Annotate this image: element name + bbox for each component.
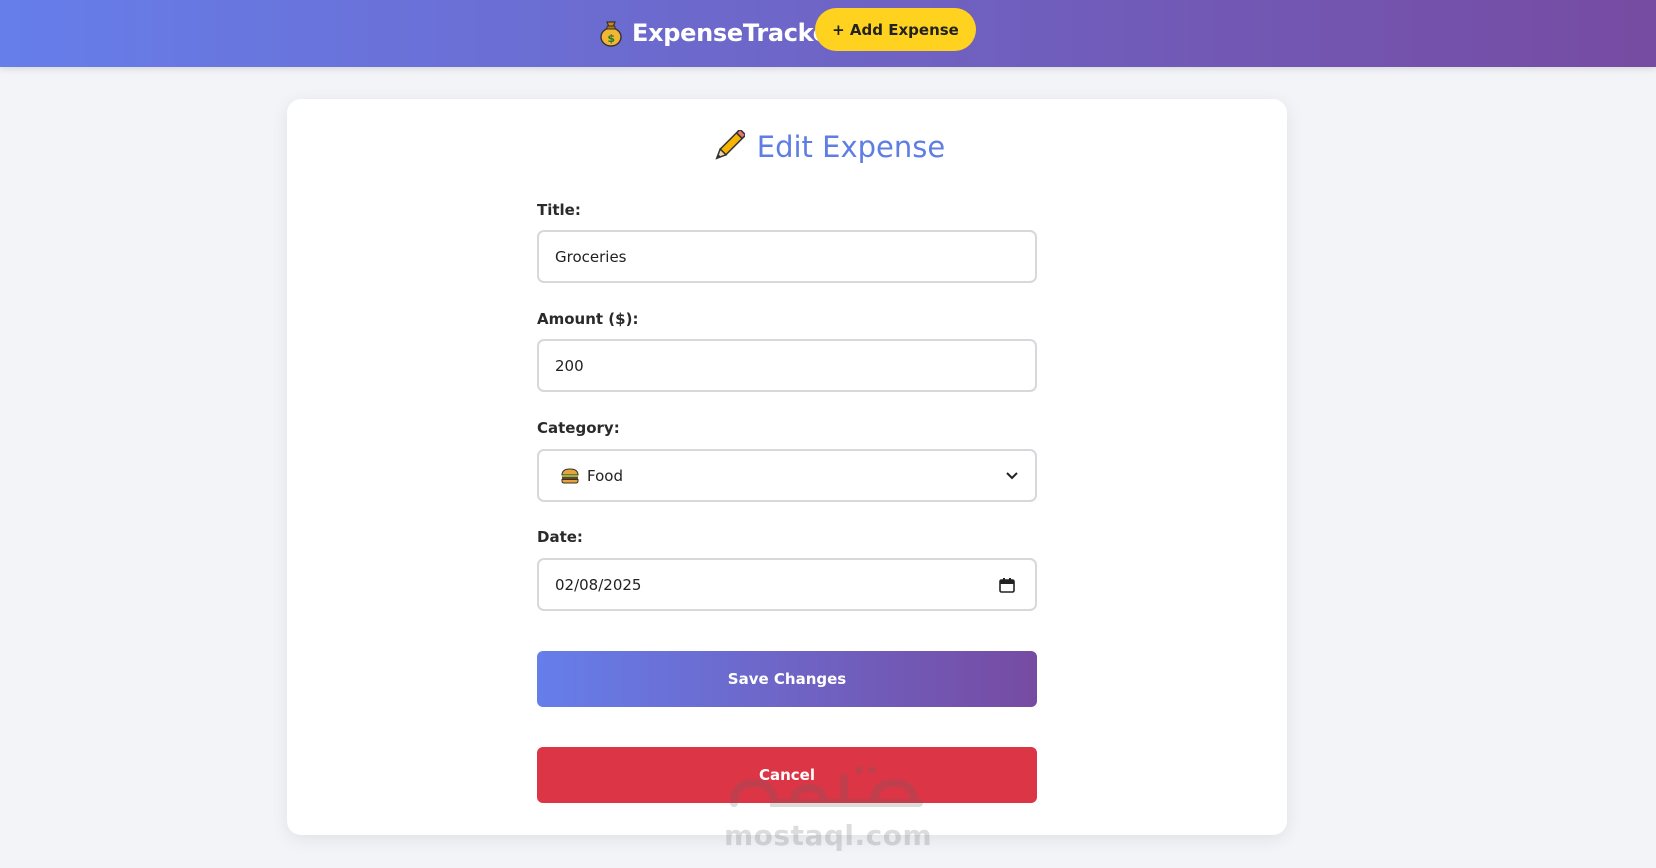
amount-input[interactable]: 200: [537, 339, 1037, 392]
title-label: Title:: [537, 201, 581, 219]
date-input[interactable]: 02/08/2025: [537, 558, 1037, 611]
date-input-value: 02/08/2025: [555, 575, 642, 594]
brand-name: ExpenseTracker: [632, 19, 841, 47]
pencil-icon: [715, 130, 745, 160]
category-selected-option: Food: [555, 467, 623, 485]
svg-text:$: $: [607, 32, 614, 45]
title-input-value: Groceries: [555, 247, 627, 266]
burger-icon: [561, 467, 579, 483]
category-value: Food: [587, 466, 623, 485]
amount-input-value: 200: [555, 356, 584, 375]
chevron-down-icon: [1006, 471, 1018, 479]
money-bag-icon: $: [600, 21, 622, 47]
page-title-text: Edit Expense: [756, 130, 946, 164]
date-label: Date:: [537, 528, 583, 546]
category-select[interactable]: Food: [537, 449, 1037, 502]
page-title: Edit Expense: [0, 130, 1656, 164]
brand[interactable]: $ ExpenseTracker: [598, 16, 841, 50]
title-input[interactable]: Groceries: [537, 230, 1037, 283]
cancel-button[interactable]: Cancel: [537, 747, 1037, 803]
save-changes-button[interactable]: Save Changes: [537, 651, 1037, 707]
amount-label: Amount ($):: [537, 310, 639, 328]
add-expense-button[interactable]: + Add Expense: [815, 8, 976, 51]
category-label: Category:: [537, 419, 620, 437]
calendar-icon[interactable]: [999, 577, 1015, 593]
top-navbar: $ ExpenseTracker + Add Expense: [0, 0, 1656, 67]
